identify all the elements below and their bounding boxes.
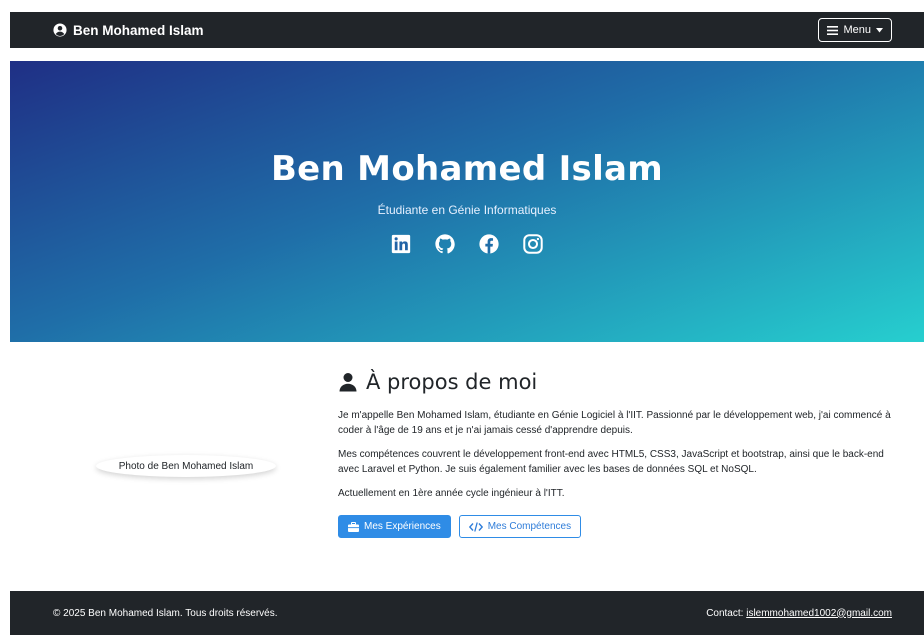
facebook-icon[interactable]	[478, 233, 500, 255]
brand[interactable]: Ben Mohamed Islam	[53, 23, 204, 38]
caret-down-icon	[876, 27, 883, 32]
footer-copyright: © 2025 Ben Mohamed Islam. Tous droits ré…	[53, 607, 278, 619]
footer: © 2025 Ben Mohamed Islam. Tous droits ré…	[10, 591, 924, 635]
bars-icon	[827, 25, 839, 35]
user-icon	[339, 373, 357, 392]
social-links	[10, 233, 924, 255]
about-title-text: À propos de moi	[366, 370, 538, 394]
hero-title: Ben Mohamed Islam	[270, 149, 664, 189]
about-paragraph-1: Je m'appelle Ben Mohamed Islam, étudiant…	[338, 410, 891, 436]
navbar: Ben Mohamed Islam Menu	[10, 12, 924, 48]
about-paragraph-2: Mes compétences couvrent le développemen…	[338, 449, 884, 475]
hero-section: Ben Mohamed Islam Étudiante en Génie Inf…	[10, 61, 924, 342]
footer-contact-label: Contact:	[706, 607, 747, 619]
profile-photo: Photo de Ben Mohamed Islam	[96, 455, 276, 477]
menu-label: Menu	[843, 24, 871, 36]
instagram-icon[interactable]	[522, 233, 544, 255]
profile-photo-alt: Photo de Ben Mohamed Islam	[118, 460, 254, 472]
linkedin-icon[interactable]	[390, 233, 412, 255]
about-buttons: Mes Expériences Mes Compétences	[338, 515, 898, 538]
brand-name: Ben Mohamed Islam	[73, 22, 204, 38]
user-circle-icon	[53, 23, 67, 37]
briefcase-icon	[348, 521, 359, 532]
github-icon[interactable]	[434, 233, 456, 255]
footer-email-link[interactable]: islemmohamed1002@gmail.com	[746, 608, 892, 619]
menu-button[interactable]: Menu	[818, 18, 892, 42]
code-icon	[468, 521, 483, 532]
experiences-label: Mes Expériences	[364, 521, 441, 532]
footer-contact: Contact: islemmohamed1002@gmail.com	[706, 608, 892, 619]
competences-label: Mes Compétences	[487, 521, 572, 532]
hero-subtitle: Étudiante en Génie Informatiques	[377, 203, 557, 217]
about-section: À propos de moi Je m'appelle Ben Mohamed…	[338, 370, 898, 538]
experiences-button[interactable]: Mes Expériences	[338, 515, 451, 538]
about-paragraph-3: Actuellement en 1ère année cycle ingénie…	[338, 488, 565, 499]
competences-button[interactable]: Mes Compétences	[458, 515, 582, 538]
about-title: À propos de moi	[338, 370, 898, 394]
